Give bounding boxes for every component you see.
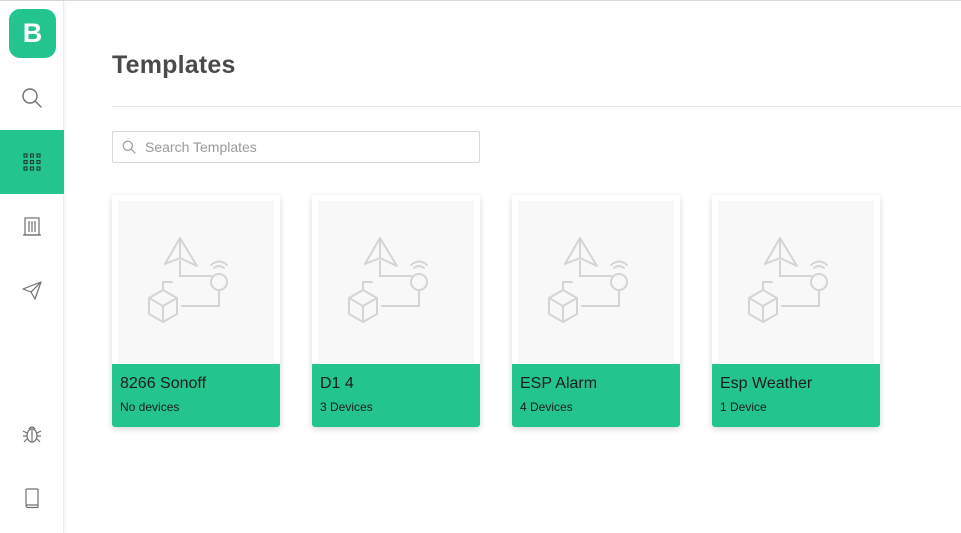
template-card[interactable]: 8266 Sonoff No devices xyxy=(112,195,280,427)
template-card-footer: D1 4 3 Devices xyxy=(312,364,480,427)
template-name: 8266 Sonoff xyxy=(120,375,207,392)
bug-icon xyxy=(22,426,42,443)
search-icon xyxy=(22,88,42,108)
sidebar-item-organization[interactable] xyxy=(0,194,64,258)
search-icon xyxy=(122,140,136,154)
template-name: Esp Weather xyxy=(720,375,813,392)
search-box[interactable] xyxy=(112,131,480,163)
template-illustration-icon xyxy=(148,237,228,323)
app-logo[interactable]: B xyxy=(9,9,56,58)
sidebar-item-templates[interactable] xyxy=(0,130,64,194)
template-card-footer: ESP Alarm 4 Devices xyxy=(512,364,680,427)
template-card[interactable]: D1 4 3 Devices xyxy=(312,195,480,427)
grid-icon xyxy=(23,153,41,171)
template-card[interactable]: Esp Weather 1 Device xyxy=(712,195,880,427)
sidebar-item-bug-report[interactable] xyxy=(0,402,64,466)
template-device-count: 1 Device xyxy=(720,400,767,414)
template-placeholder-image xyxy=(718,201,874,363)
sidebar: B xyxy=(0,1,64,533)
template-device-count: 4 Devices xyxy=(520,400,573,414)
sidebar-item-search[interactable] xyxy=(0,66,64,130)
book-icon xyxy=(25,488,39,509)
template-illustration-icon xyxy=(748,237,828,323)
page-title: Templates xyxy=(112,51,236,79)
template-illustration-icon xyxy=(548,237,628,323)
sidebar-item-send[interactable] xyxy=(0,258,64,322)
sidebar-item-docs[interactable] xyxy=(0,466,64,530)
template-name: D1 4 xyxy=(320,375,354,392)
template-card-footer: Esp Weather 1 Device xyxy=(712,364,880,427)
template-device-count: No devices xyxy=(120,400,180,414)
template-illustration-icon xyxy=(348,237,428,323)
template-card[interactable]: ESP Alarm 4 Devices xyxy=(512,195,680,427)
template-placeholder-image xyxy=(518,201,674,363)
paper-plane-icon xyxy=(22,281,42,300)
template-placeholder-image xyxy=(318,201,474,363)
title-divider xyxy=(112,106,961,107)
template-card-footer: 8266 Sonoff No devices xyxy=(112,364,280,427)
template-placeholder-image xyxy=(118,201,274,363)
search-input[interactable] xyxy=(145,132,475,162)
template-name: ESP Alarm xyxy=(520,375,598,392)
main-content: Templates Search Templates 8266 Sonoff N… xyxy=(64,1,961,533)
template-device-count: 3 Devices xyxy=(320,400,373,414)
building-icon xyxy=(23,217,41,236)
